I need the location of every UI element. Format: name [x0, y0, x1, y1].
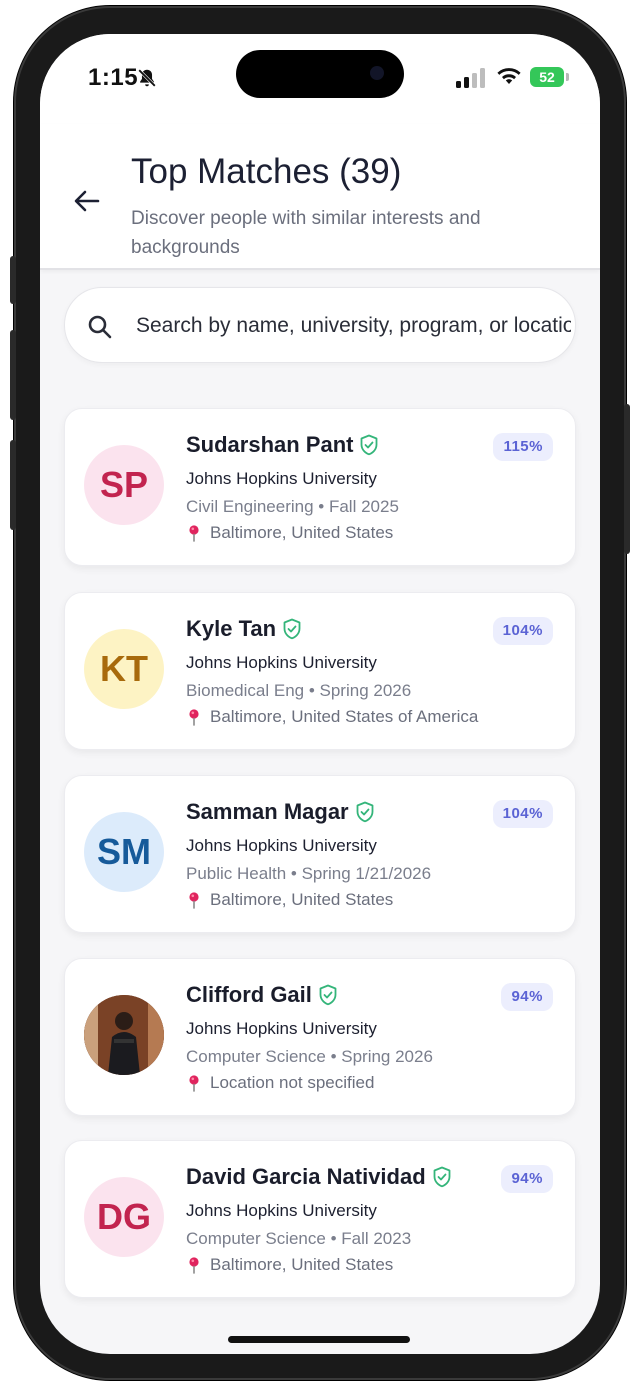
app-screen: 1:15 52 Top Matches (39) Discover people… — [40, 34, 600, 1354]
university: Johns Hopkins University — [186, 1019, 377, 1038]
name-row: Sudarshan Pant — [186, 431, 379, 459]
power-button — [624, 404, 630, 554]
person-name: Kyle Tan — [186, 616, 277, 641]
verified-shield-icon — [361, 434, 378, 456]
match-score-badge: 104% — [492, 617, 553, 645]
verified-shield-icon — [356, 801, 374, 823]
location-pin-icon — [189, 1257, 199, 1274]
verified-shield-icon — [319, 984, 337, 1006]
location-pin-icon — [189, 1075, 199, 1092]
person-name: Sudarshan Pant — [186, 432, 354, 457]
battery-cap — [566, 73, 569, 81]
location-pin-icon — [189, 892, 199, 909]
program-term: Computer Science • Spring 2026 — [186, 1047, 433, 1066]
arrow-left-icon — [74, 190, 100, 212]
avatar — [84, 995, 164, 1075]
wifi-icon — [497, 68, 521, 84]
profile-photo — [84, 995, 164, 1075]
avatar: DG — [84, 1177, 164, 1257]
match-card[interactable]: Clifford Gail 94% Johns Hopkins Universi… — [64, 958, 576, 1116]
match-score-badge: 104% — [492, 800, 553, 828]
location-row: Baltimore, United States of America — [186, 707, 478, 727]
name-row: Clifford Gail — [186, 981, 338, 1009]
match-card[interactable]: SP Sudarshan Pant 115% Johns Hopkins Uni… — [64, 408, 576, 566]
location-row: Baltimore, United States — [186, 1255, 393, 1275]
person-name: David Garcia Natividad — [186, 1164, 426, 1189]
volume-up-button — [10, 330, 16, 420]
side-button — [10, 256, 16, 304]
name-row: Kyle Tan — [186, 615, 302, 643]
avatar: SP — [84, 445, 164, 525]
search-bar[interactable] — [64, 287, 576, 363]
match-score-badge: 94% — [501, 983, 553, 1011]
name-row: Samman Magar — [186, 798, 375, 826]
program-term: Civil Engineering • Fall 2025 — [186, 497, 399, 516]
back-button[interactable] — [70, 186, 104, 216]
location: Location not specified — [210, 1073, 375, 1092]
avatar: SM — [84, 812, 164, 892]
avatar-initials: DG — [97, 1196, 151, 1237]
match-score-badge: 94% — [501, 1165, 553, 1193]
page-subtitle: Discover people with similar interests a… — [131, 208, 481, 258]
home-indicator[interactable] — [228, 1336, 410, 1343]
person-name: Samman Magar — [186, 799, 349, 824]
location-row: Location not specified — [186, 1073, 374, 1093]
avatar-initials: SM — [97, 831, 151, 872]
avatar-initials: KT — [100, 648, 148, 689]
program-term: Public Health • Spring 1/21/2026 — [186, 864, 432, 883]
location: Baltimore, United States — [210, 890, 394, 909]
match-card[interactable]: SM Samman Magar 104% Johns Hopkins Unive… — [64, 775, 576, 933]
location: Baltimore, United States — [210, 523, 394, 542]
cellular-signal-icon — [456, 68, 485, 88]
person-name: Clifford Gail — [186, 982, 312, 1007]
name-row: David Garcia Natividad — [186, 1163, 452, 1191]
page-header: Top Matches (39) Discover people with si… — [40, 124, 600, 270]
match-card[interactable]: DG David Garcia Natividad 94% Johns Hopk… — [64, 1140, 576, 1298]
bell-slash-icon — [138, 69, 156, 87]
university: Johns Hopkins University — [186, 836, 377, 855]
university: Johns Hopkins University — [186, 653, 377, 672]
location: Baltimore, United States of America — [210, 707, 479, 726]
volume-down-button — [10, 440, 16, 530]
search-input[interactable] — [136, 306, 571, 346]
battery-level: 52 — [530, 67, 564, 87]
university: Johns Hopkins University — [186, 1201, 377, 1220]
location-row: Baltimore, United States — [186, 523, 393, 543]
search-icon — [88, 315, 112, 339]
match-card[interactable]: KT Kyle Tan 104% Johns Hopkins Universit… — [64, 592, 576, 750]
page-title: Top Matches (39) — [131, 152, 402, 191]
location-pin-icon — [189, 525, 199, 542]
verified-shield-icon — [433, 1166, 451, 1188]
status-time: 1:15 — [88, 64, 139, 91]
program-term: Biomedical Eng • Spring 2026 — [186, 681, 412, 700]
verified-shield-icon — [283, 618, 301, 640]
university: Johns Hopkins University — [186, 469, 377, 488]
program-term: Computer Science • Fall 2023 — [186, 1229, 412, 1248]
avatar-initials: SP — [99, 464, 149, 505]
match-score-badge: 115% — [493, 433, 553, 461]
location: Baltimore, United States — [210, 1255, 394, 1274]
location-pin-icon — [189, 709, 199, 726]
avatar: KT — [84, 629, 164, 709]
status-bar: 1:15 52 — [40, 34, 600, 124]
location-row: Baltimore, United States — [186, 890, 393, 910]
camera-icon — [370, 66, 384, 80]
